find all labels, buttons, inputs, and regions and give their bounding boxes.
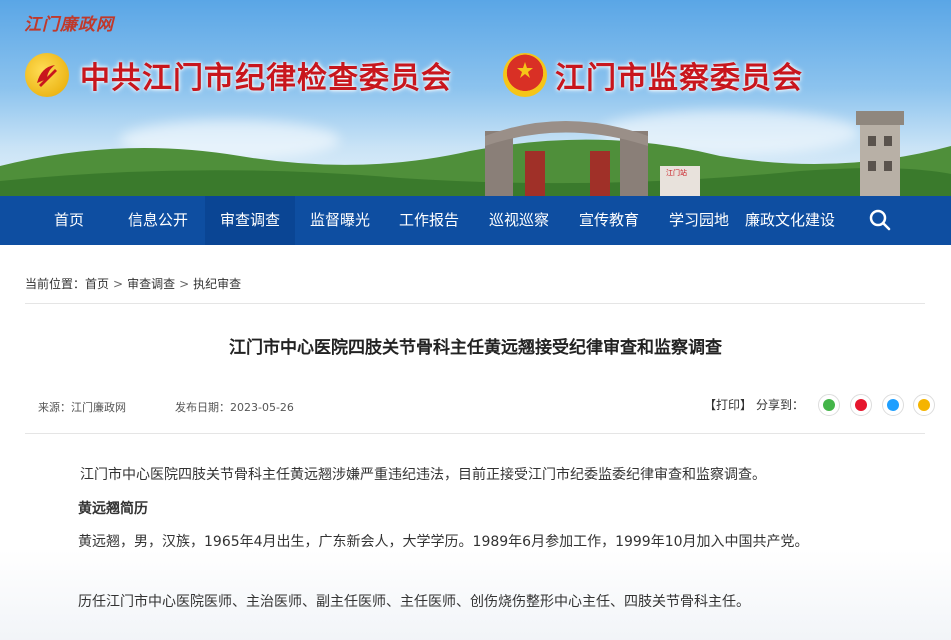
breadcrumb-link-review[interactable]: 审查调查	[127, 277, 175, 291]
nav-item-supervision-exposure[interactable]: 监督曝光	[300, 196, 380, 245]
search-icon[interactable]	[868, 208, 892, 232]
watchtower-illustration	[856, 111, 904, 196]
nav-item-home[interactable]: 首页	[40, 196, 98, 245]
nav-item-integrity-culture[interactable]: 廉政文化建设	[740, 196, 840, 245]
print-button[interactable]: 【打印】	[704, 394, 752, 416]
breadcrumb: 当前位置：首页 > 审查调查 > 执纪审查	[25, 275, 241, 292]
breadcrumb-link-discipline-review[interactable]: 执纪审查	[193, 277, 241, 291]
breadcrumb-separator: >	[113, 277, 124, 291]
share-bar: 【打印】 分享到：	[704, 394, 936, 416]
article-source: 来源：江门廉政网	[38, 401, 126, 414]
breadcrumb-separator: >	[179, 277, 190, 291]
qq-icon[interactable]	[881, 394, 904, 416]
article-date: 发布日期：2023-05-26	[175, 401, 294, 414]
site-logo-text[interactable]: 江门廉政网	[24, 10, 114, 35]
station-sign-text: 江门站	[666, 168, 687, 177]
nav-item-review-investigation[interactable]: 审查调查	[205, 196, 295, 245]
site-banner: 江门廉政网 中共江门市纪律检查委员会 江门市监察委员会 江门站	[0, 0, 951, 196]
breadcrumb-prefix: 当前位置：	[25, 277, 86, 291]
divider	[25, 433, 925, 434]
nav-item-study-garden[interactable]: 学习园地	[659, 196, 739, 245]
nav-item-work-report[interactable]: 工作报告	[389, 196, 469, 245]
wechat-icon[interactable]	[817, 394, 840, 416]
org-title-discipline-commission: 中共江门市纪律检查委员会	[80, 61, 452, 96]
org-title-supervisory-commission: 江门市监察委员会	[555, 61, 803, 96]
qzone-icon[interactable]	[913, 394, 936, 416]
article-paragraph: 历任江门市中心医院医师、主治医师、副主任医师、主任医师、创伤烧伤整形中心主任、四…	[78, 594, 750, 610]
party-emblem-icon	[25, 53, 69, 97]
article-paragraph: 江门市中心医院四肢关节骨科主任黄远翘涉嫌严重违纪违法，目前正接受江门市纪委监委纪…	[80, 467, 766, 483]
article-paragraph: 黄远翘，男，汉族，1965年4月出生，广东新会人，大学学历。1989年6月参加工…	[78, 534, 809, 550]
divider	[25, 303, 925, 304]
weibo-icon[interactable]	[849, 394, 872, 416]
breadcrumb-link-home[interactable]: 首页	[85, 277, 109, 291]
nav-item-publicity-education[interactable]: 宣传教育	[569, 196, 649, 245]
main-nav: 首页 信息公开 审查调查 监督曝光 工作报告 巡视巡察 宣传教育 学习园地 廉政…	[0, 196, 951, 245]
article-title: 江门市中心医院四肢关节骨科主任黄远翘接受纪律审查和监察调查	[229, 338, 722, 358]
national-emblem-icon	[503, 53, 547, 97]
share-label: 分享到：	[756, 398, 805, 412]
nav-item-info-disclosure[interactable]: 信息公开	[118, 196, 198, 245]
gate-arch-illustration: 江门站	[485, 121, 700, 196]
nav-item-inspection[interactable]: 巡视巡察	[479, 196, 559, 245]
bio-heading: 黄远翘简历	[78, 501, 148, 517]
